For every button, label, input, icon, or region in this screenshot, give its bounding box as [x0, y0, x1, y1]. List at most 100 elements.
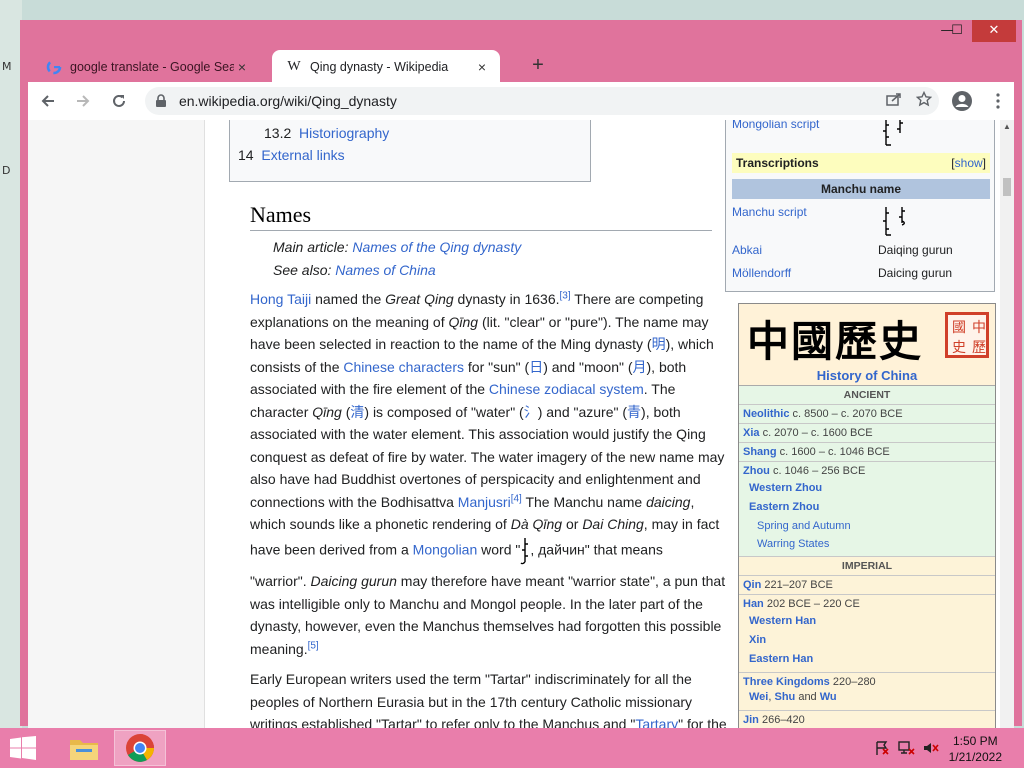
start-button[interactable] — [8, 736, 38, 760]
era-dates: 202 BCE – 220 CE — [763, 598, 860, 610]
era-link[interactable]: Shang — [743, 446, 777, 458]
tab-qing-dynasty[interactable]: W Qing dynasty - Wikipedia × — [272, 50, 500, 84]
mongolian-script-label[interactable]: Mongolian script — [732, 120, 819, 131]
show-link[interactable]: show — [955, 156, 983, 170]
transcriptions-row: Transcriptions [show] — [732, 153, 990, 173]
vertical-scrollbar[interactable]: ▲ ▼ — [1000, 120, 1014, 740]
link-hong-taiji[interactable]: Hong Taiji — [250, 291, 311, 307]
toc-link[interactable]: Historiography — [299, 125, 389, 141]
sub-era-line: Wei, Shu and Wu — [743, 688, 991, 707]
toc-link[interactable]: External links — [261, 147, 344, 163]
url-text[interactable]: en.wikipedia.org/wiki/Qing_dynasty — [179, 93, 879, 109]
sub-era-link[interactable]: Western Zhou — [743, 479, 991, 498]
link-moon-char[interactable]: 月 — [633, 359, 647, 375]
seal-char: 歷 — [972, 340, 986, 356]
text: Early European writers used the term "Ta… — [250, 671, 693, 732]
transcriptions-label: Transcriptions — [736, 156, 819, 170]
era-qin: Qin 221–207 BCE — [739, 576, 995, 595]
hatnote-prefix: Main article: — [273, 239, 353, 255]
scroll-up-icon[interactable]: ▲ — [1000, 120, 1014, 134]
back-button[interactable] — [32, 85, 64, 117]
share-icon[interactable] — [879, 92, 909, 110]
system-clock[interactable]: 1:50 PM 1/21/2022 — [949, 733, 1002, 765]
bookmark-star-icon[interactable] — [909, 90, 939, 111]
sub-era-link[interactable]: Wu — [820, 691, 837, 703]
sub-era-link[interactable]: Eastern Han — [743, 650, 991, 669]
era-link[interactable]: Zhou — [743, 465, 770, 477]
close-tab-icon[interactable]: × — [234, 59, 250, 75]
infobox-names: Mongolian script Transcriptions [show] M… — [725, 120, 995, 292]
file-explorer-button[interactable] — [58, 730, 110, 766]
era-link[interactable]: Three Kingdoms — [743, 676, 830, 688]
sub-era-link[interactable]: Xin — [743, 631, 991, 650]
link-sun-char[interactable]: 日 — [529, 359, 543, 375]
toc-item[interactable]: 13.2 Historiography — [264, 125, 389, 141]
browser-window: — ☐ ✕ google translate - Google Search ×… — [20, 20, 1022, 740]
manchu-script-label[interactable]: Manchu script — [732, 205, 807, 219]
era-link[interactable]: Neolithic — [743, 408, 789, 420]
sub-era-link[interactable]: Wei — [749, 691, 768, 703]
text: The Manchu name — [521, 493, 647, 510]
show-toggle[interactable]: [show] — [951, 156, 986, 170]
reference-4[interactable]: [4] — [511, 493, 522, 504]
reference-3[interactable]: [3] — [560, 290, 571, 301]
link-qing-char[interactable]: 清 — [350, 404, 364, 420]
sub-era-link[interactable]: Western Han — [743, 612, 991, 631]
sub-era-link[interactable]: Warring States — [743, 535, 991, 553]
link-mongolian[interactable]: Mongolian — [413, 541, 478, 557]
volume-icon[interactable] — [922, 740, 940, 759]
era-link[interactable]: Han — [743, 598, 764, 610]
text: , дайчин" that means — [530, 541, 663, 558]
paragraph-names-1: Hong Taiji named the Great Qing dynasty … — [250, 288, 730, 566]
toc-number: 13.2 — [264, 125, 292, 141]
link-chinese-characters[interactable]: Chinese characters — [343, 359, 464, 375]
abkai-label[interactable]: Abkai — [732, 243, 762, 257]
windows-logo-icon — [10, 736, 36, 760]
text: Daicing gurun — [310, 573, 397, 589]
history-box-title[interactable]: History of China — [739, 368, 995, 383]
text: Great Qing — [385, 291, 454, 307]
new-tab-button[interactable]: + — [524, 52, 552, 80]
address-bar[interactable]: en.wikipedia.org/wiki/Qing_dynasty — [144, 87, 939, 115]
link-chinese-zodiac[interactable]: Chinese zodiacal system — [489, 381, 644, 397]
link-ming-char[interactable]: 明 — [652, 336, 666, 352]
toc-item[interactable]: 14 External links — [238, 147, 345, 163]
wiki-content: 13.2 Historiography 14 External links Na… — [204, 120, 1004, 740]
chrome-taskbar-button[interactable] — [114, 730, 166, 766]
section-header: IMPERIAL — [739, 557, 995, 576]
text: Dai Ching — [582, 516, 644, 532]
link-water-char[interactable]: 氵 — [524, 404, 538, 420]
menu-button[interactable] — [982, 85, 1014, 117]
profile-avatar[interactable] — [947, 85, 979, 117]
main-article-link[interactable]: Names of the Qing dynasty — [352, 239, 521, 255]
link-azure-char[interactable]: 青 — [627, 404, 641, 420]
era-dates: c. 1600 – c. 1046 BCE — [776, 446, 890, 458]
browser-toolbar: en.wikipedia.org/wiki/Qing_dynasty — [28, 82, 1014, 120]
link-manjusri[interactable]: Manjusri — [458, 494, 511, 510]
flag-icon[interactable] — [874, 740, 890, 759]
sub-era-link[interactable]: Spring and Autumn — [743, 517, 991, 535]
era-link[interactable]: Qin — [743, 579, 761, 591]
era-link[interactable]: Xia — [743, 427, 760, 439]
lock-icon — [155, 94, 169, 108]
forward-button[interactable] — [68, 85, 100, 117]
reload-button[interactable] — [103, 85, 135, 117]
folder-icon — [70, 740, 98, 760]
history-box-header: 中國歷史 國 中 史 歷 History of China — [739, 304, 995, 386]
sub-era-link[interactable]: Shu — [774, 691, 795, 703]
network-icon[interactable] — [898, 740, 916, 759]
era-link[interactable]: Jin — [743, 714, 759, 726]
clock-time: 1:50 PM — [952, 734, 998, 748]
manchu-name-header: Manchu name — [732, 179, 990, 199]
table-of-contents: 13.2 Historiography 14 External links — [229, 120, 591, 182]
mollendorff-label[interactable]: Möllendorff — [732, 266, 791, 280]
close-tab-icon[interactable]: × — [474, 59, 490, 75]
tab-google-translate[interactable]: google translate - Google Search × — [32, 50, 260, 84]
reference-5[interactable]: [5] — [308, 640, 319, 651]
seal-char: 史 — [952, 340, 966, 356]
section-header: ANCIENT — [739, 386, 995, 405]
era-shang: Shang c. 1600 – c. 1046 BCE — [739, 443, 995, 462]
sub-era-link[interactable]: Eastern Zhou — [743, 498, 991, 517]
scroll-thumb[interactable] — [1003, 178, 1011, 196]
see-also-link[interactable]: Names of China — [335, 262, 435, 278]
